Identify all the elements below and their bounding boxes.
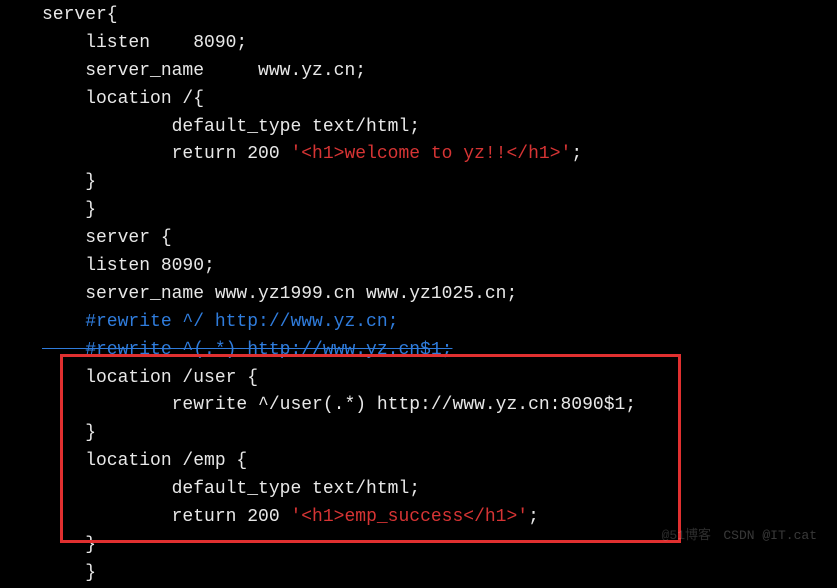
code-line: } xyxy=(42,169,837,197)
code-line: listen 8090; xyxy=(42,253,837,281)
code-line: server_name www.yz.cn; xyxy=(42,58,837,86)
text: ; xyxy=(528,507,539,527)
code-line: return 200 '<h1>welcome to yz!!</h1>'; xyxy=(42,141,837,169)
code-line: return 200 '<h1>emp_success</h1>'; xyxy=(42,504,837,532)
code-line: rewrite ^/user(.*) http://www.yz.cn:8090… xyxy=(42,392,837,420)
text: return 200 xyxy=(42,144,290,164)
code-comment-strike: #rewrite ^(.*) http://www.yz.cn$1; xyxy=(42,337,837,365)
text: return 200 xyxy=(42,507,290,527)
string-literal: '<h1>welcome to yz!!</h1>' xyxy=(290,144,571,164)
code-line: } xyxy=(42,532,837,560)
code-line: listen 8090; xyxy=(42,30,837,58)
code-line: location /{ xyxy=(42,86,837,114)
code-comment: #rewrite ^/ http://www.yz.cn; xyxy=(42,309,837,337)
code-line: server { xyxy=(42,225,837,253)
code-line: } xyxy=(42,197,837,225)
code-line: server_name www.yz1999.cn www.yz1025.cn; xyxy=(42,281,837,309)
code-line: location /user { xyxy=(42,365,837,393)
code-line: default_type text/html; xyxy=(42,114,837,142)
watermark: @51博客 xyxy=(662,526,711,546)
text: ; xyxy=(571,144,582,164)
code-line: } xyxy=(42,560,837,588)
code-line: location /emp { xyxy=(42,448,837,476)
string-literal: '<h1>emp_success</h1>' xyxy=(290,507,528,527)
code-line: default_type text/html; xyxy=(42,476,837,504)
code-line: } xyxy=(42,420,837,448)
watermark: CSDN @IT.cat xyxy=(723,526,817,546)
code-line: server{ xyxy=(42,2,837,30)
